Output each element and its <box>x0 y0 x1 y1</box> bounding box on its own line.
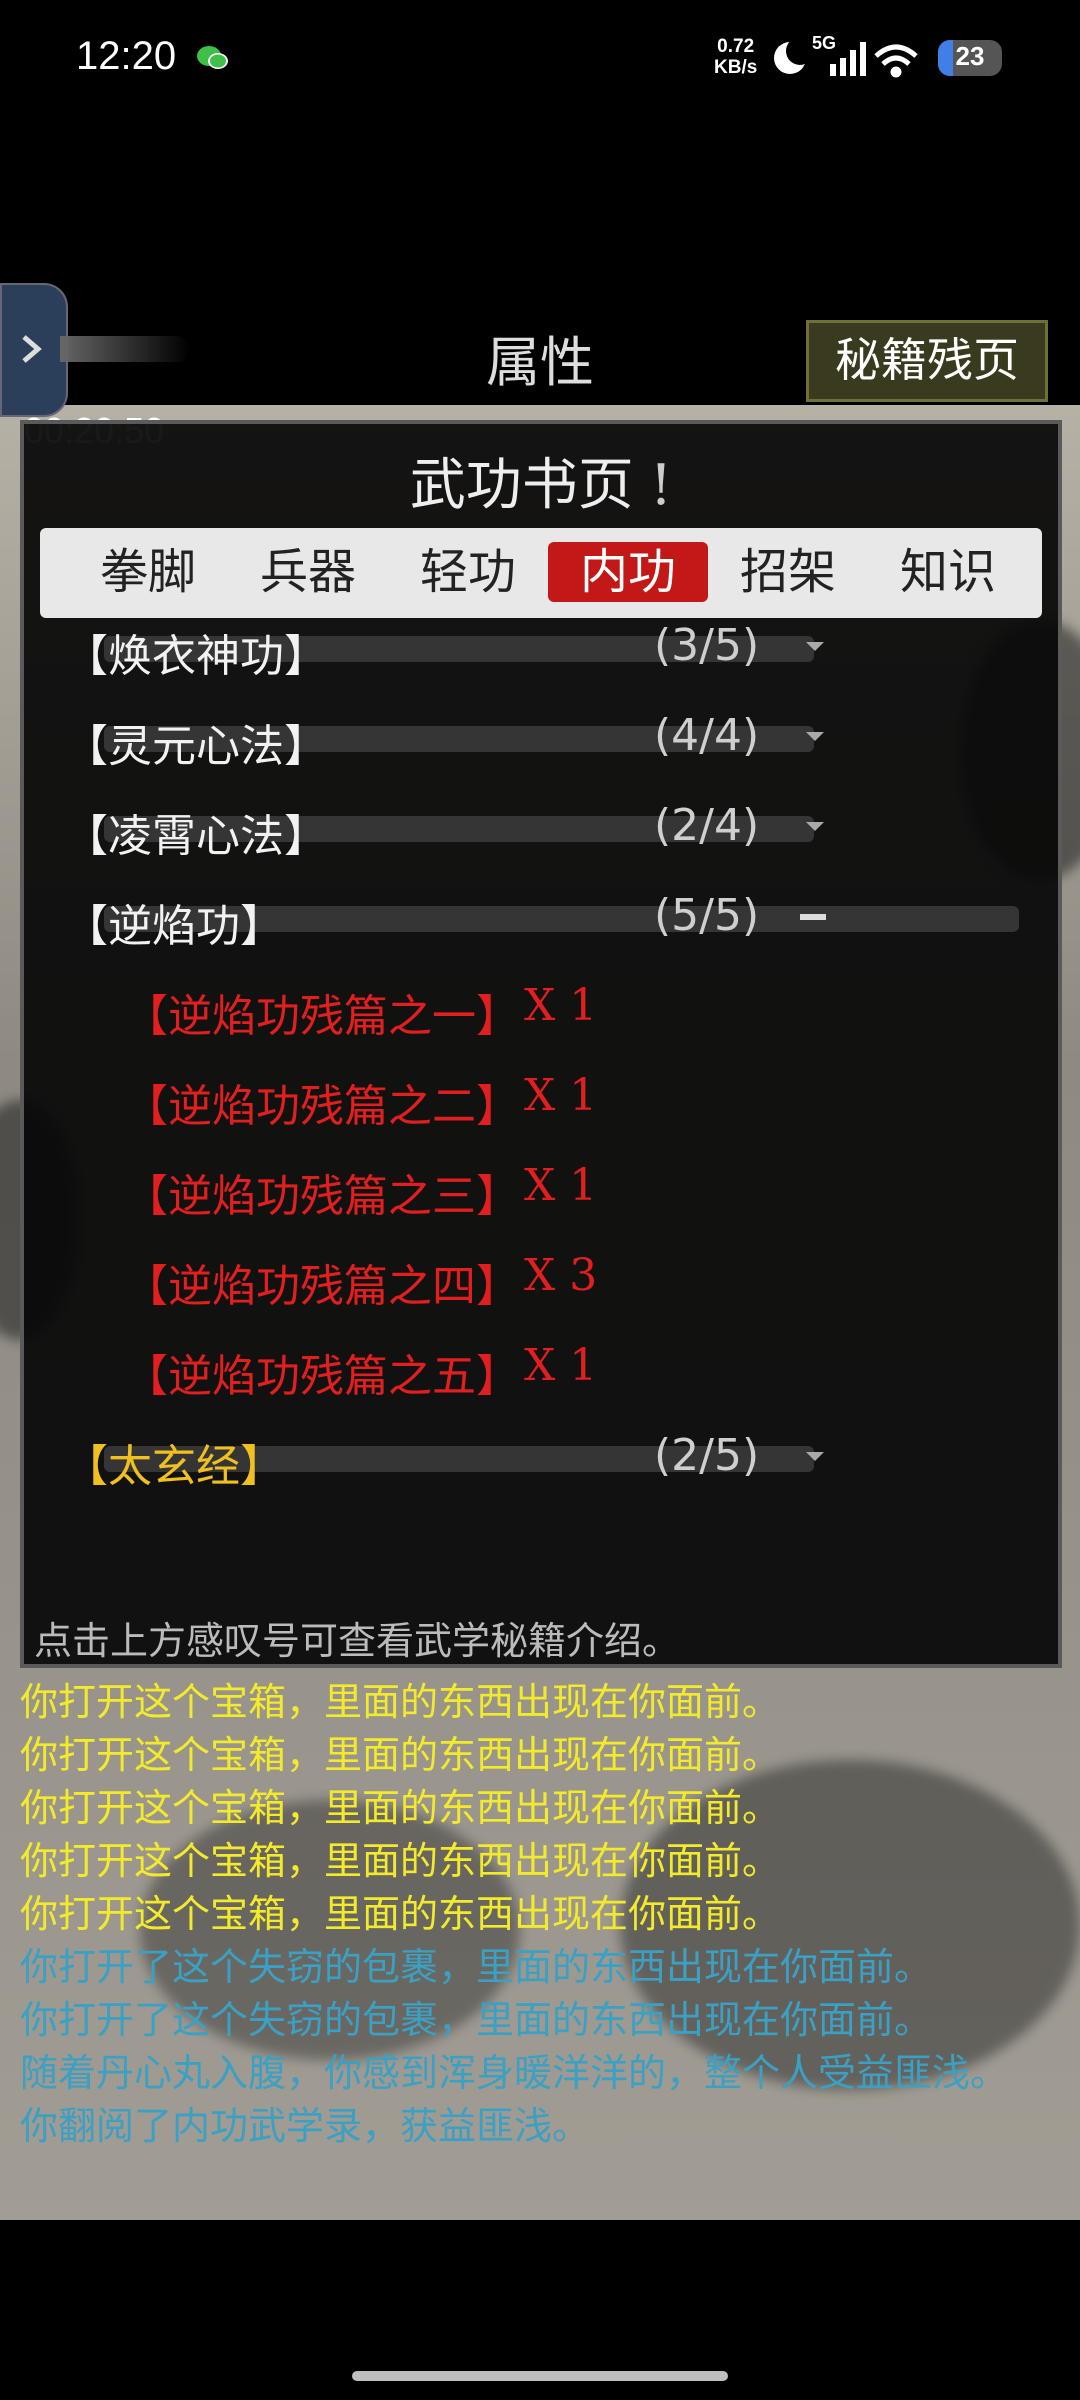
tab-label: 拳脚 <box>99 544 196 600</box>
status-time: 12:20 <box>76 34 177 78</box>
fragment-item: 【逆焰功残篇之五】 X 1 <box>124 1340 597 1404</box>
net-speed-value: 0.72 <box>717 36 755 57</box>
log-line: 你打开了这个失窃的包裹，里面的东西出现在你面前。 <box>20 1998 933 2042</box>
wechat-icon <box>197 46 228 69</box>
secret-pages-button[interactable]: 秘籍残页 <box>806 320 1048 402</box>
tab-label: 轻功 <box>419 544 516 600</box>
hint-text: 点击上方感叹号可查看武学秘籍介绍。 <box>34 1619 681 1663</box>
status-bar: 12:20 0.72 KB/s 5G 23 <box>0 0 1080 120</box>
log-line: 你翻阅了内功武学录，获益匪浅。 <box>20 2104 591 2148</box>
skill-count: (2/5) <box>654 1430 760 1481</box>
wifi-icon <box>874 44 918 78</box>
battery-level: 23 <box>955 41 985 71</box>
log-line: 你打开这个宝箱，里面的东西出现在你面前。 <box>20 1680 781 1724</box>
skill-name: 【太玄经】 <box>64 1441 284 1492</box>
martial-pages-dialog: 武功书页! 拳脚 兵器 轻功 内功 招架 知识 【焕衣神功】 (3/5) 【灵元… <box>20 420 1062 1668</box>
tab-inner[interactable]: 内功 <box>548 542 708 602</box>
fragment-item: 【逆焰功残篇之二】 X 1 <box>124 1070 597 1134</box>
log-line: 随着丹心丸入腹，你感到浑身暖洋洋的，整个人受益匪浅。 <box>20 2051 1009 2095</box>
skill-list: 【焕衣神功】 (3/5) 【灵元心法】 (4/4) 【凌霄心法】 (2/4) 【… <box>24 620 1058 1560</box>
network-type: 5G <box>812 33 837 53</box>
fragment-item: 【逆焰功残篇之三】 X 1 <box>124 1160 597 1224</box>
skill-count: (2/4) <box>654 800 760 851</box>
tab-weapon[interactable]: 兵器 <box>228 542 388 602</box>
net-speed-unit: KB/s <box>714 57 758 78</box>
tab-knowledge[interactable]: 知识 <box>868 542 1028 602</box>
fragment-qty: X 1 <box>524 1160 598 1211</box>
category-tabs: 拳脚 兵器 轻功 内功 招架 知识 <box>40 528 1042 618</box>
dialog-title: 武功书页! <box>24 440 1058 521</box>
tab-label: 招架 <box>739 544 836 600</box>
dialog-title-text: 武功书页 <box>409 453 634 518</box>
log-line: 你打开这个宝箱，里面的东西出现在你面前。 <box>20 1733 781 1777</box>
skill-count: (3/5) <box>654 620 760 671</box>
skill-name: 【焕衣神功】 <box>64 631 328 682</box>
fragment-qty: X 1 <box>524 980 598 1031</box>
message-log: 你打开这个宝箱，里面的东西出现在你面前。 你打开这个宝箱，里面的东西出现在你面前… <box>0 1676 1080 2216</box>
log-line: 你打开这个宝箱，里面的东西出现在你面前。 <box>20 1839 781 1883</box>
skill-name: 【灵元心法】 <box>64 721 328 772</box>
fragment-name: 【逆焰功残篇之二】 <box>124 1081 520 1132</box>
fragment-qty: X 1 <box>524 1340 598 1391</box>
battery-icon: 23 <box>938 40 1002 76</box>
fragment-name: 【逆焰功残篇之五】 <box>124 1351 520 1402</box>
status-icons <box>774 37 918 78</box>
tab-label: 内功 <box>579 544 676 600</box>
skill-count: (5/5) <box>654 890 760 941</box>
tab-fist[interactable]: 拳脚 <box>68 542 228 602</box>
skill-count: (4/4) <box>654 710 760 761</box>
tab-parry[interactable]: 招架 <box>708 542 868 602</box>
skill-name: 【逆焰功】 <box>64 901 284 952</box>
expand-arrow-icon <box>806 732 824 741</box>
net-speed: 0.72 KB/s <box>714 36 757 78</box>
fragment-name: 【逆焰功残篇之三】 <box>124 1171 520 1222</box>
moon-icon <box>774 37 814 74</box>
tab-lightness[interactable]: 轻功 <box>388 542 548 602</box>
fragment-name: 【逆焰功残篇之一】 <box>124 991 520 1042</box>
home-indicator[interactable] <box>352 2371 728 2381</box>
fragment-item: 【逆焰功残篇之一】 X 1 <box>124 980 597 1044</box>
fragment-qty: X 3 <box>524 1250 598 1301</box>
collapse-icon <box>800 914 826 920</box>
fragment-name: 【逆焰功残篇之四】 <box>124 1261 520 1312</box>
fragment-qty: X 1 <box>524 1070 598 1121</box>
info-exclamation-button[interactable]: ! <box>650 453 673 518</box>
skill-name: 【凌霄心法】 <box>64 811 328 862</box>
expand-arrow-icon <box>806 642 824 651</box>
expand-arrow-icon <box>806 822 824 831</box>
tab-label: 兵器 <box>259 544 356 600</box>
log-line: 你打开了这个失窃的包裹，里面的东西出现在你面前。 <box>20 1945 933 1989</box>
fragment-item: 【逆焰功残篇之四】 X 3 <box>124 1250 597 1314</box>
tab-label: 知识 <box>899 544 996 600</box>
log-line: 你打开这个宝箱，里面的东西出现在你面前。 <box>20 1786 781 1830</box>
log-line: 你打开这个宝箱，里面的东西出现在你面前。 <box>20 1892 781 1936</box>
expand-arrow-icon <box>806 1452 824 1461</box>
